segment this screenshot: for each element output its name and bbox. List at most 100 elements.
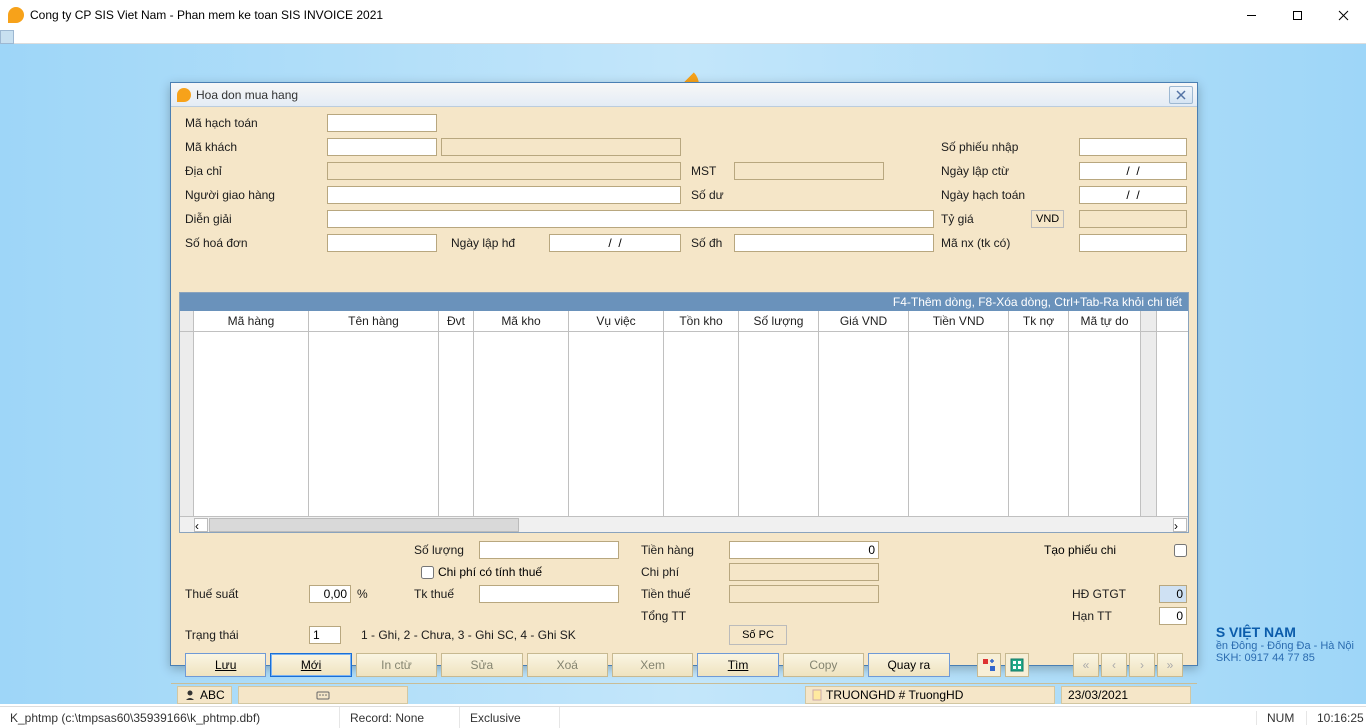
- dialog-icon: [177, 88, 191, 102]
- label-tien-hang: Tiền hàng: [641, 543, 694, 557]
- edit-button[interactable]: Sửa: [441, 653, 522, 677]
- col-vu-viec[interactable]: Vụ việc: [569, 311, 664, 331]
- app-title: Cong ty CP SIS Viet Nam - Phan mem ke to…: [30, 8, 383, 22]
- input-han-tt[interactable]: [1159, 607, 1187, 625]
- input-ngay-lap-ctu[interactable]: [1079, 162, 1187, 180]
- status-exclusive: Exclusive: [460, 707, 560, 728]
- input-so-luong-total[interactable]: [479, 541, 619, 559]
- detail-grid: F4-Thêm dòng, F8-Xóa dòng, Ctrl+Tab-Ra k…: [179, 292, 1189, 533]
- label-tong-tt: Tổng TT: [641, 609, 686, 623]
- currency-button[interactable]: VND: [1031, 210, 1064, 228]
- ime-status[interactable]: ABC: [177, 686, 232, 704]
- dialog-title-bar[interactable]: Hoa don mua hang: [171, 83, 1197, 107]
- label-trang-thai: Trạng thái: [185, 628, 239, 642]
- maximize-button[interactable]: [1274, 0, 1320, 30]
- label-tien-thue: Tiền thuế: [641, 587, 691, 601]
- checkbox-chi-phi-co-thue[interactable]: Chi phí có tính thuế: [421, 565, 542, 579]
- input-so-phieu-nhap[interactable]: [1079, 138, 1187, 156]
- label-so-dh: Số đh: [691, 236, 722, 250]
- input-ma-nx[interactable]: [1079, 234, 1187, 252]
- input-dien-giai[interactable]: [327, 210, 934, 228]
- close-button[interactable]: [1320, 0, 1366, 30]
- label-nguoi-giao-hang: Người giao hàng: [185, 188, 275, 202]
- grid-hscrollbar[interactable]: ‹ ›: [180, 516, 1188, 532]
- status-time: 10:16:25: [1306, 711, 1366, 725]
- delete-button[interactable]: Xoá: [527, 653, 608, 677]
- input-ma-hach-toan[interactable]: [327, 114, 437, 132]
- input-trang-thai[interactable]: [309, 626, 341, 644]
- status-record: Record: None: [340, 707, 460, 728]
- dialog-close-button[interactable]: [1169, 86, 1193, 104]
- view-button[interactable]: Xem: [612, 653, 693, 677]
- col-ten-hang[interactable]: Tên hàng: [309, 311, 439, 331]
- input-ngay-hach-toan[interactable]: [1079, 186, 1187, 204]
- scroll-right-icon[interactable]: ›: [1173, 518, 1187, 532]
- col-ma-kho[interactable]: Mã kho: [474, 311, 569, 331]
- label-ngay-hach-toan: Ngày hạch toán: [941, 188, 1025, 202]
- col-gia-vnd[interactable]: Giá VND: [819, 311, 909, 331]
- col-ton-kho[interactable]: Tồn kho: [664, 311, 739, 331]
- invoice-dialog: Hoa don mua hang Mã hạch toán Mã khách Đ…: [170, 82, 1198, 666]
- exit-button[interactable]: Quay ra: [868, 653, 949, 677]
- input-ma-khach-name: [441, 138, 681, 156]
- col-so-luong[interactable]: Số lượng: [739, 311, 819, 331]
- checkbox-tao-phieu-chi[interactable]: Tạo phiếu chi: [1044, 543, 1116, 557]
- input-thue-suat[interactable]: [309, 585, 351, 603]
- save-button[interactable]: Lưu: [185, 653, 266, 677]
- label-han-tt: Hạn TT: [1072, 609, 1112, 623]
- col-tien-vnd[interactable]: Tiền VND: [909, 311, 1009, 331]
- input-nguoi-giao-hang[interactable]: [327, 186, 681, 204]
- input-ma-khach[interactable]: [327, 138, 437, 156]
- col-ma-tu-do[interactable]: Mã tự do: [1069, 311, 1141, 331]
- grid-record-selector-head: [180, 311, 194, 331]
- input-so-hoa-don[interactable]: [327, 234, 437, 252]
- status-user: TRUONGHD # TruongHD: [805, 686, 1055, 704]
- label-thue-suat: Thuế suất: [185, 587, 238, 601]
- nav-first-button[interactable]: «: [1073, 653, 1099, 677]
- tool-icon-2[interactable]: [1005, 653, 1029, 677]
- totals-area: Số lượng Chi phí có tính thuế Thuế suất …: [179, 541, 1189, 619]
- copy-button[interactable]: Copy: [783, 653, 864, 677]
- form-header: Mã hạch toán Mã khách Địa chỉ MST Người …: [179, 113, 1189, 289]
- label-so-hoa-don: Số hoá đơn: [185, 236, 248, 250]
- minimize-button[interactable]: [1228, 0, 1274, 30]
- tool-icon-1[interactable]: [977, 653, 1001, 677]
- label-so-luong: Số lượng: [414, 543, 464, 557]
- input-dia-chi: [327, 162, 681, 180]
- grid-body[interactable]: [180, 332, 1188, 516]
- button-row: Lưu Mới In ctừ Sửa Xoá Xem Tìm Copy Quay…: [179, 647, 1189, 677]
- nav-last-button[interactable]: »: [1157, 653, 1183, 677]
- input-chi-phi: [729, 563, 879, 581]
- col-ma-hang[interactable]: Mã hàng: [194, 311, 309, 331]
- col-tk-no[interactable]: Tk nợ: [1009, 311, 1069, 331]
- menu-strip: [0, 30, 1366, 44]
- input-tk-thue[interactable]: [479, 585, 619, 603]
- input-tien-thue: [729, 585, 879, 603]
- status-keyboard: [238, 686, 408, 704]
- col-dvt[interactable]: Đvt: [439, 311, 474, 331]
- label-so-phieu-nhap: Số phiếu nhập: [941, 140, 1018, 154]
- find-button[interactable]: Tìm: [697, 653, 778, 677]
- input-so-dh[interactable]: [734, 234, 934, 252]
- label-so-du: Số dư: [691, 188, 724, 202]
- so-pc-button[interactable]: Số PC: [729, 625, 787, 645]
- input-hd-gtgt[interactable]: [1159, 585, 1187, 603]
- main-title-bar: Cong ty CP SIS Viet Nam - Phan mem ke to…: [0, 0, 1366, 30]
- menu-tab[interactable]: [0, 30, 14, 44]
- label-dia-chi: Địa chỉ: [185, 164, 222, 178]
- new-button[interactable]: Mới: [270, 653, 351, 677]
- dialog-status-bar: ABC TRUONGHD # TruongHD 23/03/2021: [171, 683, 1197, 705]
- scroll-thumb[interactable]: [209, 518, 519, 532]
- input-ngay-lap-hd[interactable]: [549, 234, 681, 252]
- scroll-left-icon[interactable]: ‹: [194, 518, 208, 532]
- client-area: S VIỆT NAM ền Đông - Đống Đa - Hà Nội SK…: [0, 44, 1366, 704]
- keyboard-icon: [316, 688, 330, 702]
- chk-chi-phi-co-thue-box[interactable]: [421, 566, 434, 579]
- grid-header-row: Mã hàng Tên hàng Đvt Mã kho Vụ việc Tồn …: [180, 311, 1188, 332]
- trang-thai-legend: 1 - Ghi, 2 - Chưa, 3 - Ghi SC, 4 - Ghi S…: [361, 628, 576, 642]
- chk-tao-phieu-chi-box[interactable]: [1174, 544, 1187, 557]
- nav-prev-button[interactable]: ‹: [1101, 653, 1127, 677]
- nav-next-button[interactable]: ›: [1129, 653, 1155, 677]
- print-button[interactable]: In ctừ: [356, 653, 437, 677]
- input-tien-hang[interactable]: [729, 541, 879, 559]
